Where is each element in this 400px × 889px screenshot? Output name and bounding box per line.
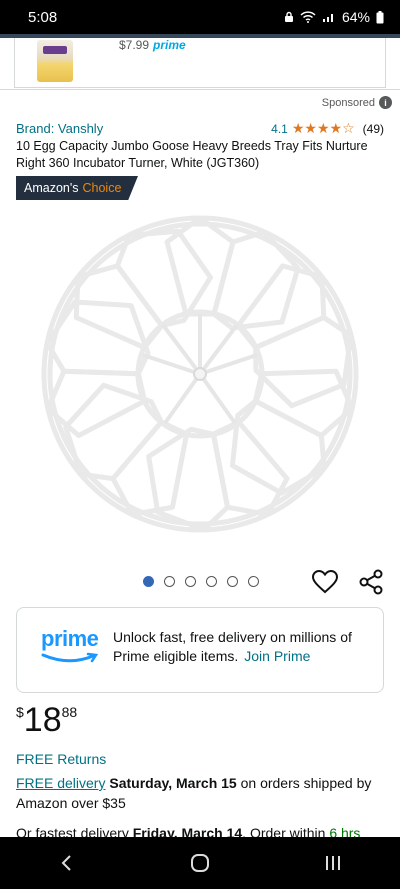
prime-logo: prime — [41, 626, 101, 666]
recents-icon — [326, 856, 341, 870]
product-image[interactable] — [36, 210, 364, 538]
carousel-dot[interactable] — [227, 576, 238, 587]
price-whole: 18 — [23, 701, 62, 739]
back-icon — [61, 855, 71, 871]
sponsored-label[interactable]: Sponsored i — [322, 96, 392, 109]
free-returns-link[interactable]: FREE Returns — [16, 751, 106, 767]
badge-highlight: Choice — [82, 181, 122, 195]
system-nav-bar — [0, 837, 400, 889]
fastest-date: Friday, March 14 — [132, 825, 243, 837]
prime-message: Unlock fast, free delivery on millions o… — [113, 628, 373, 666]
recents-button[interactable] — [313, 843, 353, 883]
star-full-icon: ★ — [329, 120, 343, 136]
home-icon — [190, 854, 209, 872]
carousel-dot[interactable] — [143, 576, 154, 587]
battery-icon — [376, 10, 384, 23]
price-symbol: $ — [16, 704, 24, 720]
ad-prime-badge: prime — [153, 38, 186, 52]
star-empty-icon: ☆ — [342, 120, 355, 136]
carousel-dot[interactable] — [185, 576, 196, 587]
heart-icon[interactable] — [312, 570, 338, 594]
back-button[interactable] — [47, 843, 87, 883]
carousel-dot[interactable] — [164, 576, 175, 587]
delivery-date: Saturday, March 15 — [109, 775, 237, 791]
sponsored-text: Sponsored — [321, 96, 375, 109]
prime-message-text: Unlock fast, free delivery on millions o… — [113, 629, 352, 664]
prime-promo-card[interactable]: prime Unlock fast, free delivery on mill… — [16, 607, 384, 693]
status-bar: 5:08 64% — [0, 0, 400, 34]
brand-link[interactable]: Brand: Vanshly — [16, 121, 103, 136]
ad-product-thumbnail[interactable] — [37, 40, 73, 82]
carousel-dot[interactable] — [248, 576, 259, 587]
star-full-icon: ★ — [304, 120, 317, 136]
amazons-choice-badge: Amazon's Choice — [16, 176, 138, 200]
star-full-icon: ★ — [291, 120, 305, 136]
info-icon[interactable]: i — [379, 96, 392, 109]
share-icon[interactable] — [358, 569, 384, 595]
star-full-icon: ★ — [316, 120, 330, 136]
rating-value: 4.1 — [271, 121, 288, 136]
ad-card-frame: $7.99 prime — [14, 38, 386, 88]
status-time: 5:08 — [28, 8, 58, 26]
status-icons: 64% — [284, 9, 384, 25]
ad-price-row: $7.99 prime — [119, 38, 186, 52]
fastest-prefix: Or fastest delivery — [16, 825, 129, 837]
battery-percent: 64% — [341, 9, 370, 25]
product-title: 10 Egg Capacity Jumbo Goose Heavy Breeds… — [16, 139, 368, 170]
delivery-info: FREE delivery Saturday, March 15 on orde… — [16, 773, 384, 813]
rating-summary[interactable]: 4.1 ★★★★☆ (49) — [271, 121, 384, 136]
star-rating: ★★★★☆ — [292, 121, 355, 136]
prime-logo-text: prime — [41, 626, 99, 651]
home-button[interactable] — [180, 843, 220, 883]
prime-smile-icon — [41, 652, 99, 663]
time-left: 6 hrs — [329, 825, 361, 837]
wifi-icon — [300, 11, 316, 23]
carousel-dot[interactable] — [206, 576, 217, 587]
free-delivery-link[interactable]: FREE delivery — [16, 775, 105, 791]
ad-price: $7.99 — [119, 38, 150, 52]
join-prime-link[interactable]: Join Prime — [244, 648, 310, 664]
image-carousel-dots — [143, 576, 259, 587]
order-within: Order within — [249, 825, 326, 837]
rating-count[interactable]: (49) — [363, 122, 384, 136]
badge-prefix: Amazon's — [24, 181, 79, 195]
lock-icon — [284, 11, 293, 22]
fastest-delivery: Or fastest delivery Friday, March 14. Or… — [16, 825, 396, 837]
signal-icon — [322, 14, 333, 22]
price-fraction: 88 — [61, 704, 78, 720]
sponsored-ad-card[interactable]: $7.99 prime — [0, 38, 400, 90]
product-price: $ 18 88 — [16, 698, 77, 742]
